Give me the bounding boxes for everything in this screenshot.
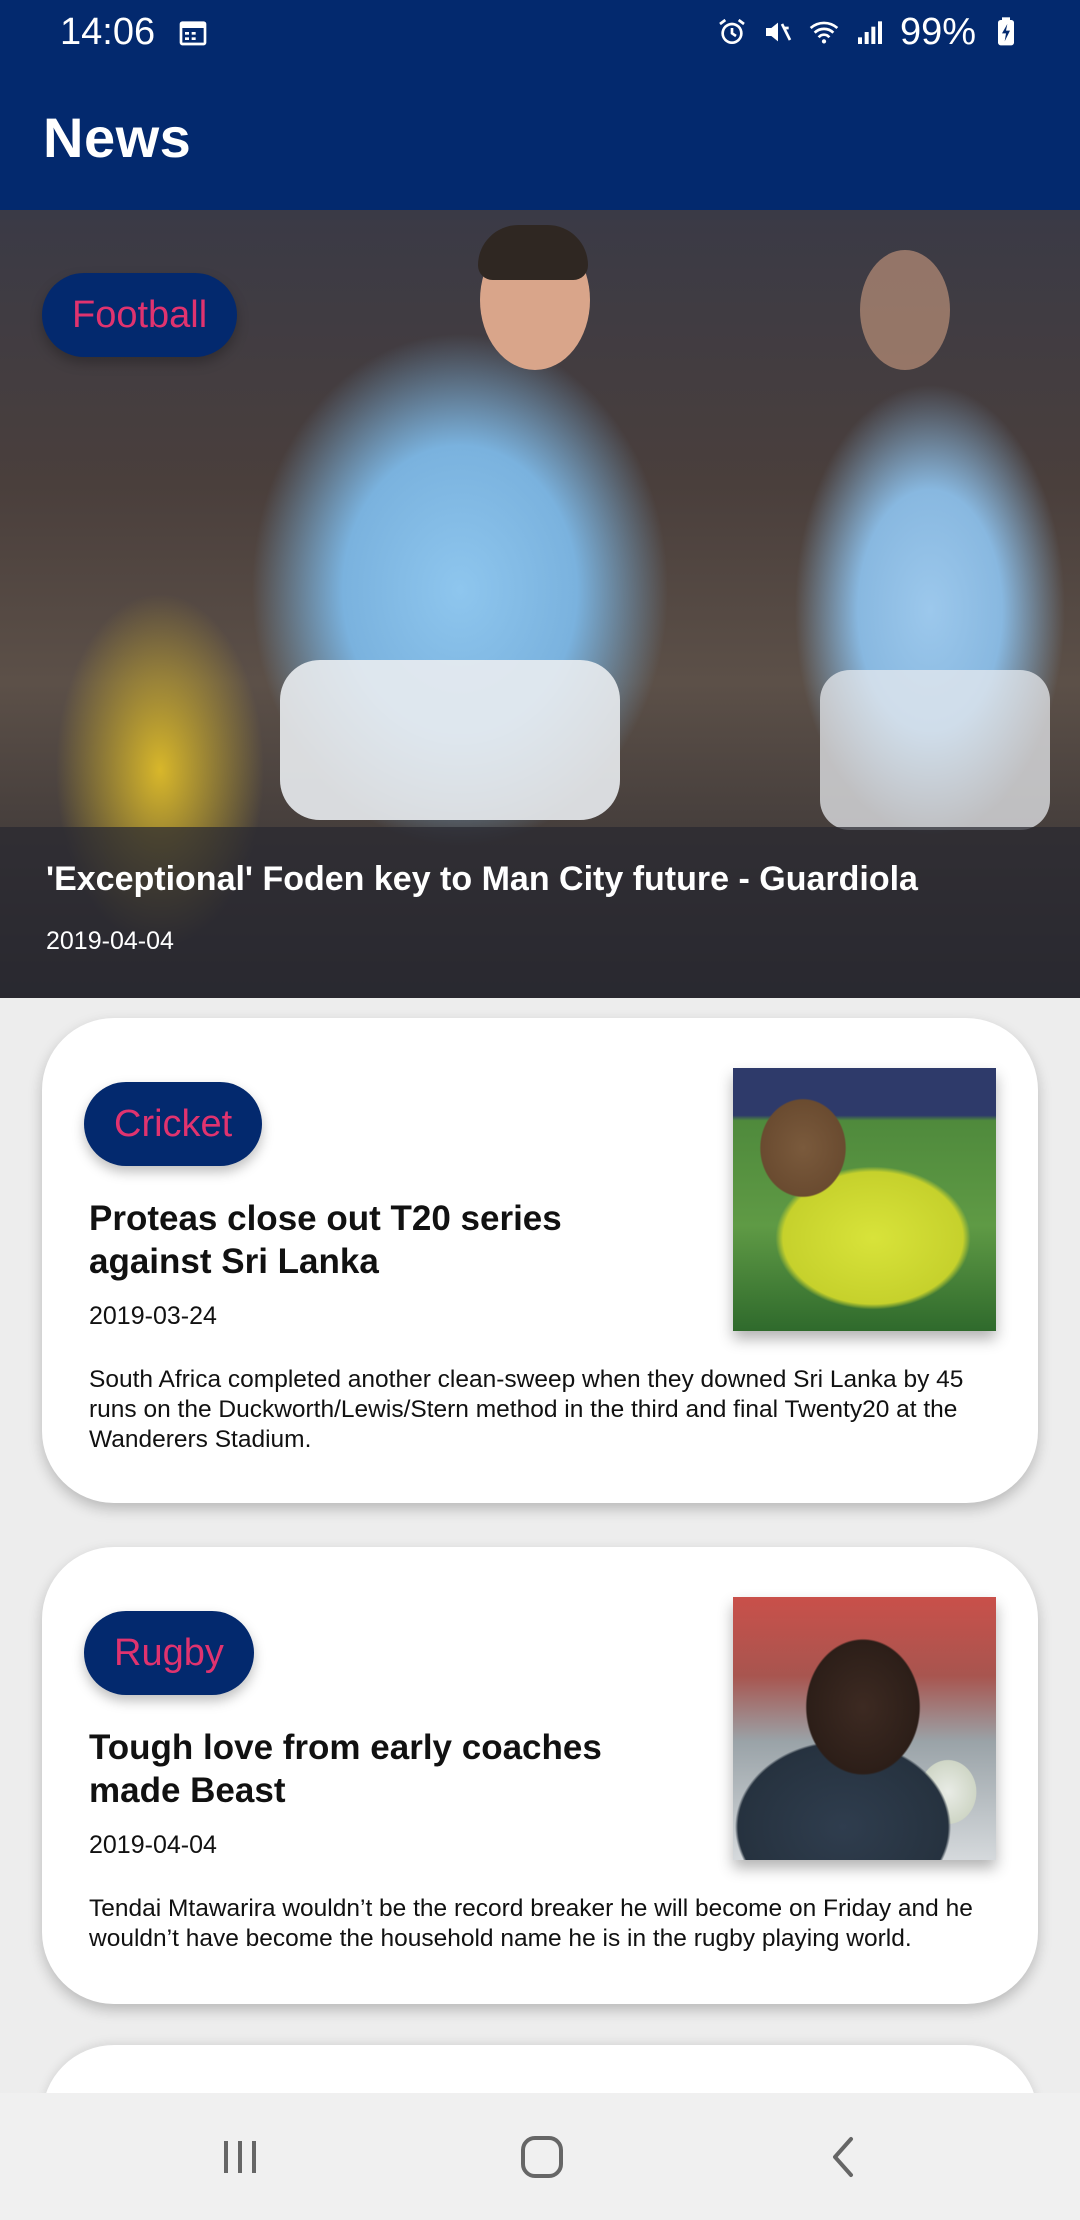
status-bar: 14:06 99% (0, 0, 1080, 64)
article-title[interactable]: Tough love from early coaches made Beast (89, 1726, 629, 1812)
category-chip-rugby[interactable]: Rugby (84, 1611, 254, 1695)
home-icon (521, 2136, 563, 2178)
home-button[interactable] (512, 2129, 572, 2185)
recents-button[interactable] (210, 2129, 270, 2185)
category-chip-cricket[interactable]: Cricket (84, 1082, 263, 1166)
featured-title[interactable]: 'Exceptional' Foden key to Man City futu… (46, 857, 1034, 901)
calendar-icon (179, 21, 207, 46)
app-bar: News (0, 64, 1080, 210)
battery-icon (998, 17, 1014, 46)
hero-image-player-hair (478, 225, 588, 280)
status-left: 14:06 (60, 11, 209, 54)
category-chip-football[interactable]: Football (42, 273, 238, 357)
back-button[interactable] (815, 2129, 875, 2185)
alarm-icon (719, 18, 745, 44)
article-card[interactable]: Cricket Proteas close out T20 series aga… (42, 1018, 1038, 1503)
hero-image-player2-shorts (820, 670, 1050, 830)
wifi-icon (809, 21, 839, 44)
mute-icon (765, 22, 792, 42)
recents-icon (224, 2141, 256, 2173)
article-summary: Tendai Mtawarira wouldn’t be the record … (89, 1895, 973, 1952)
article-thumbnail[interactable] (733, 1597, 996, 1860)
back-icon (833, 2137, 853, 2177)
article-date: 2019-03-24 (89, 1302, 217, 1330)
article-summary: South Africa completed another clean-swe… (89, 1366, 964, 1453)
featured-date: 2019-04-04 (46, 927, 174, 955)
page-title: News (43, 105, 192, 169)
battery-percent: 99% (899, 10, 976, 53)
article-date: 2019-04-04 (89, 1831, 217, 1859)
featured-caption: 'Exceptional' Foden key to Man City futu… (0, 827, 1080, 998)
signal-icon (857, 21, 882, 44)
navigation-bar (0, 2093, 1080, 2220)
hero-image-player2-head (860, 250, 950, 370)
hero-image-player-shorts (280, 660, 620, 820)
article-thumbnail[interactable] (733, 1068, 996, 1331)
article-title[interactable]: Proteas close out T20 series against Sri… (89, 1197, 629, 1283)
status-time: 14:06 (60, 10, 156, 53)
article-card[interactable]: Rugby Tough love from early coaches made… (42, 1547, 1038, 2004)
featured-article[interactable]: Football 'Exceptional' Foden key to Man … (0, 210, 1080, 998)
status-right: 99% (716, 11, 1022, 54)
